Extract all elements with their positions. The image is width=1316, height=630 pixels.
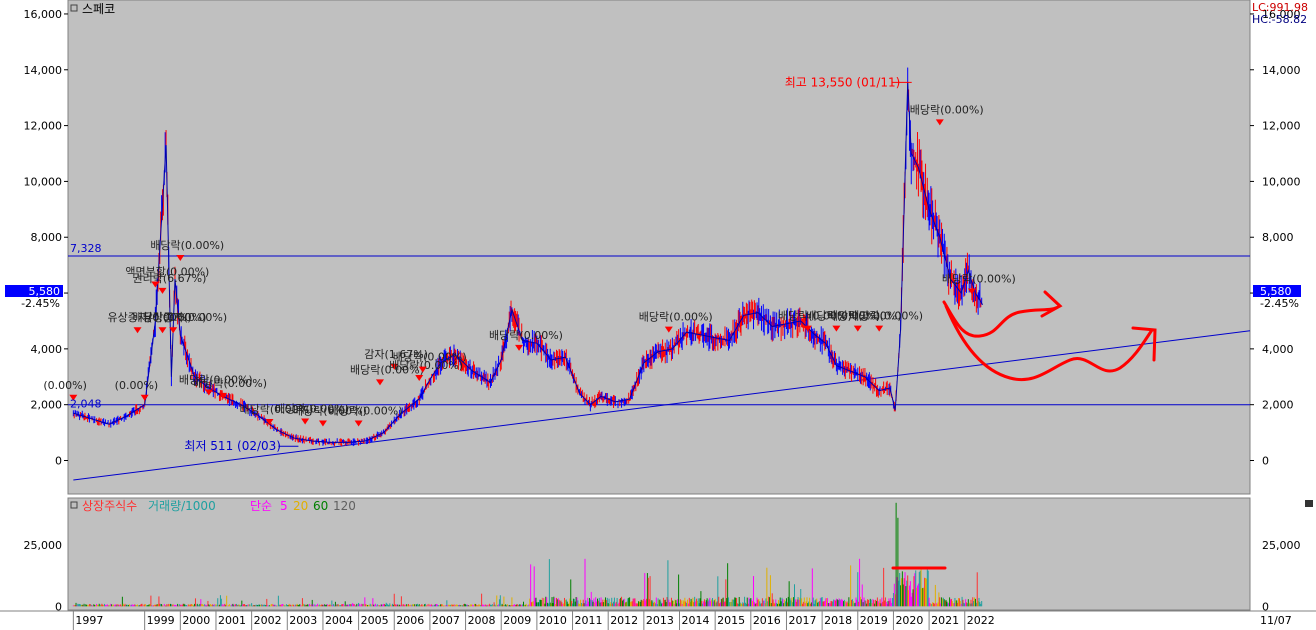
price-tick-label-right: 10,000 (1262, 175, 1301, 188)
x-tick-label: 1999 (147, 614, 175, 627)
x-tick-label: 2005 (361, 614, 389, 627)
price-tick-label-left: 14,000 (24, 64, 63, 77)
x-tick-label: 2007 (432, 614, 460, 627)
x-tick-label: 1997 (75, 614, 103, 627)
volume-panel[interactable] (67, 497, 1251, 611)
price-tick-label-right: 14,000 (1262, 64, 1301, 77)
stock-chart[interactable]: 16,00014,00012,00010,0008,0006,0004,0002… (0, 0, 1316, 630)
chart-title: 스페코 (82, 2, 115, 16)
annotation-label: 배당락(0.00%) (942, 272, 1016, 285)
price-panel[interactable] (67, 0, 1251, 495)
x-tick-label: 2000 (182, 614, 210, 627)
x-tick-label: 2008 (468, 614, 496, 627)
x-tick-label: 2021 (931, 614, 959, 627)
x-axis-right-label: 11/07 (1260, 614, 1292, 627)
price-tick-label-right: 0 (1262, 455, 1269, 468)
panel-close-icon[interactable] (1305, 500, 1313, 507)
price-tick-label-left: 4,000 (31, 343, 63, 356)
x-tick-label: 2015 (717, 614, 745, 627)
annotation-label: 배당락(0.00%) (910, 103, 984, 116)
price-tick-label-left: 12,000 (24, 120, 63, 133)
last-change-right: -2.45% (1260, 297, 1299, 310)
x-tick-label: 2022 (967, 614, 995, 627)
x-tick-label: 2017 (788, 614, 816, 627)
x-tick-label: 2019 (860, 614, 888, 627)
x-tick-label: 2011 (575, 614, 603, 627)
price-tick-label-left: 16,000 (24, 8, 63, 21)
price-tick-label-left: 8,000 (31, 231, 63, 244)
volume-legend-item: 120 (333, 499, 356, 513)
annotation-label: 배당락(0.00%) (132, 311, 206, 324)
annotation-label: 배당락(0.00%) (393, 351, 467, 364)
hline-label: 7,328 (70, 242, 102, 255)
annotation-label: (0.00%) (43, 379, 87, 392)
volume-tick-label-right: 25,000 (1262, 539, 1301, 552)
annotation-label: 배당락(0.00%) (329, 404, 403, 417)
annotation-label: 배당락(0.00%) (150, 239, 224, 252)
x-tick-label: 2013 (646, 614, 674, 627)
x-tick-label: 2012 (610, 614, 638, 627)
annotation-label: 권리락(6.67%) (132, 272, 206, 285)
volume-legend-item: 상장주식수 (82, 499, 137, 513)
x-tick-label: 2010 (539, 614, 567, 627)
high-label: 최고 13,550 (01/11) (785, 75, 901, 89)
volume-tick-label-left: 0 (55, 600, 62, 613)
price-tick-label-left: 0 (55, 455, 62, 468)
annotation-label: 배당락(0.00%) (639, 311, 713, 324)
price-tick-label-right: 8,000 (1262, 231, 1294, 244)
x-tick-label: 2001 (218, 614, 246, 627)
start-label: 2,048 (70, 397, 102, 410)
volume-legend-item: 거래량/1000 (148, 499, 216, 513)
x-tick-label: 2009 (503, 614, 531, 627)
volume-legend-item: 단순 (250, 499, 272, 513)
x-tick-label: 2006 (396, 614, 424, 627)
volume-legend-item: 20 (293, 499, 308, 513)
volume-tick-label-left: 25,000 (24, 539, 63, 552)
price-tick-label-right: 12,000 (1262, 120, 1301, 133)
x-tick-label: 2018 (824, 614, 852, 627)
annotation-label: 배당락(0.00%) (193, 377, 267, 390)
volume-legend-item: 5 (280, 499, 288, 513)
x-tick-label: 2016 (753, 614, 781, 627)
x-tick-label: 2002 (254, 614, 282, 627)
low-label: 최저 511 (02/03) (184, 439, 281, 453)
annotation-label: 배당락(0.00%) (489, 329, 563, 342)
price-tick-label-right: 2,000 (1262, 399, 1294, 412)
hc-readout: HC:-58.82 (1252, 13, 1307, 26)
x-tick-label: 2003 (289, 614, 317, 627)
last-change-left: -2.45% (21, 297, 60, 310)
price-tick-label-left: 2,000 (31, 399, 63, 412)
x-tick-label: 2014 (682, 614, 710, 627)
annotation-label: (0.00%) (115, 379, 159, 392)
volume-tick-label-right: 0 (1262, 600, 1269, 613)
x-tick-label: 2020 (895, 614, 923, 627)
annotation-label: 배당락(0.00%) (849, 310, 923, 323)
volume-legend-item: 60 (313, 499, 328, 513)
price-tick-label-right: 4,000 (1262, 343, 1294, 356)
price-tick-label-left: 10,000 (24, 175, 63, 188)
x-tick-label: 2004 (325, 614, 353, 627)
